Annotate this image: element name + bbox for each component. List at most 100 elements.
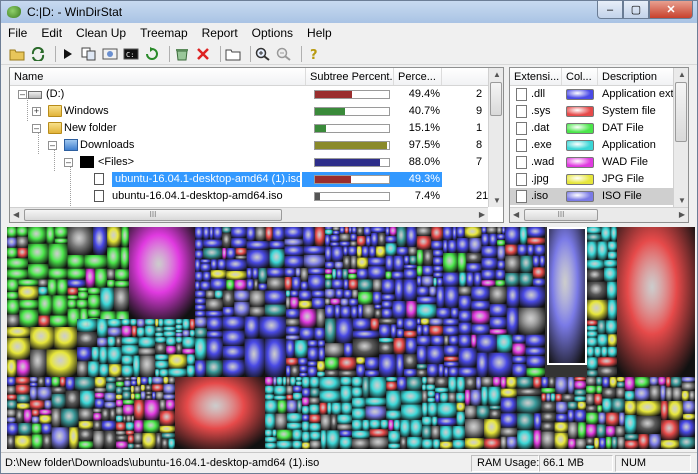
treemap-cell[interactable] xyxy=(104,401,116,409)
treemap-cell[interactable] xyxy=(350,255,357,270)
treemap-cell[interactable] xyxy=(94,387,106,393)
treemap-cell[interactable] xyxy=(496,227,503,235)
treemap-cell[interactable] xyxy=(586,412,599,425)
treemap-cell[interactable] xyxy=(416,276,422,287)
treemap-cell[interactable] xyxy=(448,240,457,253)
treemap-cell[interactable] xyxy=(517,244,528,256)
treemap-cell[interactable] xyxy=(325,279,332,290)
treemap-cell[interactable] xyxy=(46,227,55,244)
treemap-cell[interactable] xyxy=(51,408,62,428)
treemap-cell[interactable] xyxy=(681,390,690,401)
treemap-cell[interactable] xyxy=(142,433,156,449)
treemap-cell[interactable] xyxy=(121,319,131,326)
treemap-cell[interactable] xyxy=(343,279,349,290)
treemap-cell[interactable] xyxy=(18,423,32,436)
treemap-cell[interactable] xyxy=(489,233,497,247)
treemap-cell[interactable] xyxy=(46,349,77,377)
treemap-cell[interactable] xyxy=(481,269,496,281)
treemap-cell[interactable] xyxy=(458,310,472,323)
treemap-cell[interactable] xyxy=(586,393,595,406)
extension-row[interactable]: .jpg JPG File xyxy=(510,171,675,188)
treemap-cell[interactable] xyxy=(527,227,545,238)
treemap-cell[interactable] xyxy=(130,377,138,381)
treemap-cell[interactable] xyxy=(500,388,517,398)
treemap-cell[interactable] xyxy=(587,241,598,260)
treemap-cell[interactable] xyxy=(115,280,129,288)
treemap-cell[interactable] xyxy=(114,287,129,312)
treemap-cell[interactable] xyxy=(222,227,232,234)
treemap-cell[interactable] xyxy=(175,319,183,325)
treemap-cell[interactable] xyxy=(546,393,551,402)
treemap-cell[interactable] xyxy=(203,271,211,282)
treemap-cell[interactable] xyxy=(616,387,625,399)
treemap-cell[interactable] xyxy=(182,319,190,331)
treemap-cell[interactable] xyxy=(294,340,308,358)
treemap-cell[interactable] xyxy=(526,356,545,368)
treemap-cell[interactable] xyxy=(505,255,521,274)
treemap-cell[interactable] xyxy=(575,438,587,449)
treemap-cell[interactable] xyxy=(427,402,438,417)
treemap-cell[interactable] xyxy=(527,237,545,245)
treemap-cell[interactable] xyxy=(365,357,380,371)
treemap-cell[interactable] xyxy=(624,377,635,392)
treemap-cell[interactable] xyxy=(381,279,395,295)
extension-vertical-scrollbar[interactable]: ▲ ▼ xyxy=(673,68,688,207)
treemap-cell[interactable] xyxy=(429,318,444,326)
treemap-cell[interactable] xyxy=(29,377,38,383)
treemap-cell[interactable] xyxy=(682,400,695,414)
treemap-cell[interactable] xyxy=(317,361,325,372)
treemap-cell[interactable] xyxy=(607,334,617,347)
treemap-cell[interactable] xyxy=(155,433,162,449)
treemap-cell[interactable] xyxy=(471,310,490,325)
treemap-cell[interactable] xyxy=(587,320,598,326)
treemap-cell[interactable] xyxy=(437,402,457,418)
treemap-cell[interactable] xyxy=(369,246,376,258)
treemap-cell[interactable] xyxy=(429,325,444,336)
treemap-cell[interactable] xyxy=(272,429,277,437)
treemap-cell[interactable] xyxy=(155,360,169,370)
treemap-cell[interactable] xyxy=(533,413,542,431)
treemap-cell[interactable] xyxy=(334,261,344,270)
treemap-cell[interactable] xyxy=(210,270,227,279)
treemap-cell[interactable] xyxy=(37,387,52,401)
treemap-cell[interactable] xyxy=(107,336,116,348)
treemap-cell[interactable] xyxy=(403,279,417,302)
treemap-cell[interactable] xyxy=(115,422,126,432)
treemap-cell[interactable] xyxy=(65,390,80,409)
tree-row[interactable]: – (D:) 49.4% 2 xyxy=(10,86,490,103)
treemap-cell[interactable] xyxy=(318,347,325,362)
treemap-cell[interactable] xyxy=(431,227,444,241)
treemap-cell[interactable] xyxy=(518,307,545,335)
treemap-cell[interactable] xyxy=(276,429,293,441)
treemap-cell[interactable] xyxy=(16,403,30,410)
treemap-cell[interactable] xyxy=(19,299,39,310)
treemap-cell[interactable] xyxy=(489,409,501,420)
tree-item-name[interactable]: Downloads xyxy=(80,139,134,151)
treemap-cell[interactable] xyxy=(57,279,68,296)
treemap-cell[interactable] xyxy=(84,254,108,269)
treemap-cell[interactable] xyxy=(78,408,94,422)
treemap-cell[interactable] xyxy=(67,279,86,288)
treemap-cell[interactable] xyxy=(448,392,457,403)
treemap-cell[interactable] xyxy=(476,334,497,353)
treemap-cell[interactable] xyxy=(597,334,608,347)
treemap-cell[interactable] xyxy=(77,347,92,362)
treemap-cell[interactable] xyxy=(163,326,176,332)
treemap-cell[interactable] xyxy=(512,343,526,357)
treemap-cell[interactable] xyxy=(38,315,50,327)
treemap-cell[interactable] xyxy=(533,377,542,389)
treemap-cell[interactable] xyxy=(488,386,501,406)
treemap-cell[interactable] xyxy=(435,377,449,388)
treemap-cell[interactable] xyxy=(163,319,176,327)
treemap-cell[interactable] xyxy=(29,387,38,401)
treemap-cell[interactable] xyxy=(290,290,299,298)
treemap-cell[interactable] xyxy=(93,430,105,449)
treemap-cell[interactable] xyxy=(163,394,175,400)
treemap-cell[interactable] xyxy=(267,277,285,291)
treemap-cell[interactable] xyxy=(660,400,669,421)
treemap-cell[interactable] xyxy=(29,400,45,410)
treemap-cell[interactable] xyxy=(7,386,16,395)
treemap-cell[interactable] xyxy=(500,377,507,389)
treemap-cell[interactable] xyxy=(125,422,135,431)
treemap-cell[interactable] xyxy=(309,404,320,415)
